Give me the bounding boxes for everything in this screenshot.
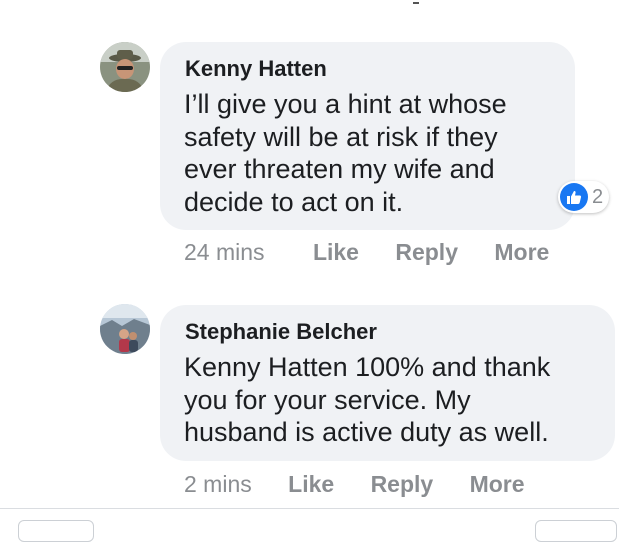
kenny-hatten-avatar[interactable] (100, 42, 150, 92)
comment-text: I’ll give you a hint at whose safety wil… (184, 89, 507, 217)
reaction-summary[interactable]: 2 (558, 181, 610, 213)
comment-meta: 24 mins Like Reply More (184, 239, 549, 266)
avatar-photo (100, 304, 150, 354)
comment-meta: 2 mins Like Reply More (184, 471, 525, 498)
comment-text: Kenny Hatten 100% and thank you for your… (184, 352, 551, 447)
more-button[interactable]: More (494, 239, 549, 265)
more-button[interactable]: More (470, 471, 525, 497)
cut-off-button[interactable] (18, 520, 94, 542)
comment-timestamp[interactable]: 2 mins (184, 471, 252, 497)
comment-bubble: Kenny Hatten I’ll give you a hint at who… (160, 42, 575, 230)
comment-timestamp[interactable]: 24 mins (184, 239, 265, 265)
reply-button[interactable]: Reply (371, 471, 434, 497)
comment-bubble: Stephanie Belcher Kenny Hatten 100% and … (160, 305, 615, 461)
like-button[interactable]: Like (288, 471, 334, 497)
divider (0, 508, 619, 509)
reaction-count: 2 (592, 185, 604, 208)
like-icon (560, 183, 588, 211)
cut-off-top-text (385, 0, 455, 4)
comment-author[interactable]: Stephanie Belcher (185, 319, 377, 345)
avatar-photo (100, 42, 150, 92)
stephanie-belcher-avatar[interactable] (100, 304, 150, 354)
cut-off-button[interactable] (535, 520, 617, 542)
reply-button[interactable]: Reply (395, 239, 458, 265)
like-button[interactable]: Like (313, 239, 359, 265)
comment-author[interactable]: Kenny Hatten (185, 56, 327, 82)
